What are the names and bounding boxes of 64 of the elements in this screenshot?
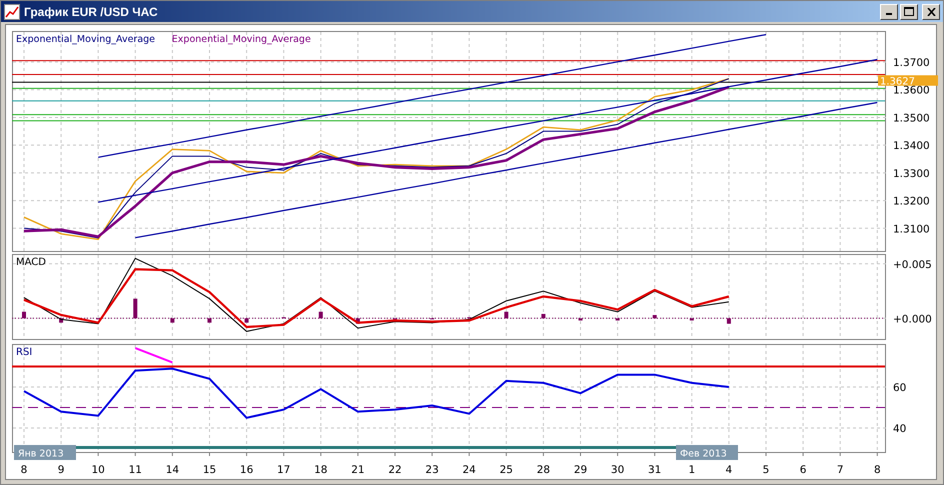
- minimize-icon: [886, 13, 892, 15]
- axis-label: 1.3200: [893, 196, 930, 208]
- axis-label: 23: [425, 464, 439, 476]
- histogram-bar: [318, 312, 323, 318]
- axis-label: 5: [762, 464, 770, 476]
- axis-label: +0.000: [893, 313, 932, 326]
- histogram-bar: [726, 318, 731, 324]
- axis-label: 29: [574, 464, 588, 476]
- histogram-bar: [170, 318, 174, 323]
- axis-label: 10: [92, 464, 105, 476]
- histogram-bar: [22, 312, 26, 318]
- axis-label: 1: [688, 464, 696, 476]
- close-icon: [926, 8, 936, 16]
- histogram-bar: [504, 312, 508, 318]
- axis-label: 18: [314, 464, 328, 476]
- axis-label: 1.3700: [893, 57, 930, 70]
- axis-label: 4: [726, 464, 732, 476]
- histogram-bar: [133, 298, 138, 318]
- minimize-button[interactable]: [880, 4, 898, 20]
- histogram-bar: [578, 318, 582, 320]
- axis-label: 21: [351, 464, 365, 476]
- axis-label: +0.005: [893, 258, 932, 271]
- close-button[interactable]: [922, 4, 940, 20]
- month-label: Янв 2013: [14, 445, 76, 460]
- axis-label: 22: [388, 464, 402, 476]
- axis-label: 8: [874, 464, 881, 476]
- axis-label: 16: [240, 464, 254, 476]
- month-label: Фев 2013: [676, 445, 738, 460]
- axis-label: 1.3500: [893, 112, 930, 124]
- axis-label: 9: [58, 464, 64, 476]
- axis-label: 15: [202, 464, 216, 476]
- window-title: График EUR /USD ЧАС: [24, 4, 158, 20]
- rsi-line: [134, 347, 173, 364]
- axis-label: 60: [893, 382, 906, 394]
- histogram-bar: [356, 318, 360, 324]
- axis-label: 28: [536, 464, 550, 476]
- axis-label: 14: [166, 464, 180, 476]
- histogram-bar: [244, 318, 249, 323]
- histogram-bar: [541, 314, 546, 318]
- axis-label: 40: [893, 423, 906, 436]
- axis-label: 6: [800, 464, 806, 476]
- maximize-button[interactable]: [900, 4, 918, 20]
- legend-label: Exponential_Moving_Average: [16, 34, 156, 45]
- axis-label: 1.3300: [893, 168, 930, 180]
- legend-label: Exponential_Moving_Average: [172, 34, 311, 45]
- chart-icon: [4, 4, 20, 20]
- histogram-bar: [208, 318, 212, 323]
- axis-label: 11: [128, 464, 142, 476]
- maximize-icon: [904, 7, 914, 16]
- histogram-bar: [616, 318, 620, 320]
- axis-label: 24: [462, 464, 476, 476]
- axis-label: 8: [20, 464, 28, 476]
- panel-title: RSI: [16, 347, 32, 358]
- axis-label: 7: [836, 464, 844, 476]
- histogram-bar: [59, 318, 64, 323]
- axis-label: 17: [277, 464, 290, 476]
- axis-label: 1.3400: [893, 140, 930, 152]
- histogram-bar: [652, 315, 657, 318]
- histogram-bar: [690, 318, 694, 320]
- panel-title: MACD: [16, 257, 46, 268]
- axis-label: 30: [610, 464, 624, 476]
- axis-label: 1.3100: [893, 223, 930, 236]
- axis-label: 31: [648, 464, 662, 476]
- axis-label: 25: [500, 464, 513, 476]
